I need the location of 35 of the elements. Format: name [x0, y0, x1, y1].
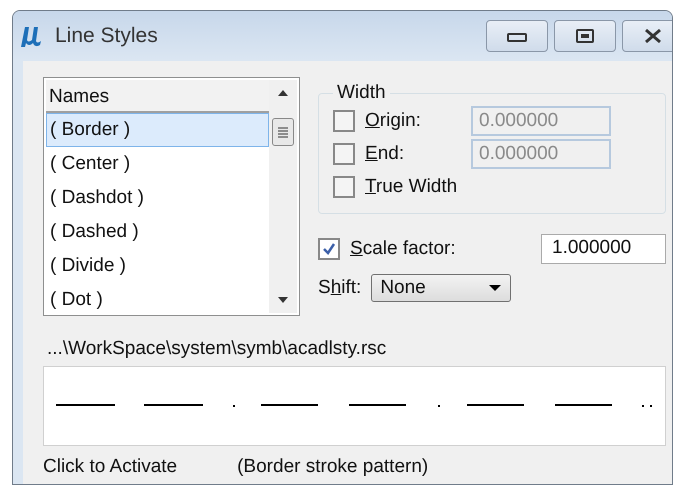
status-hint: Click to Activate	[43, 456, 178, 478]
input-field[interactable]: 1.000000	[541, 234, 666, 264]
list-item[interactable]: ( Divide )	[46, 249, 269, 283]
close-button[interactable]	[622, 20, 672, 52]
field-label: End:	[365, 142, 406, 164]
field-label: True Width	[365, 176, 458, 198]
minimize-icon	[506, 30, 528, 42]
scroll-up-icon[interactable]	[276, 88, 290, 98]
list-item[interactable]: ( Dashed )	[46, 215, 269, 249]
shift-dropdown[interactable]: None	[371, 274, 512, 302]
group-title: Width	[336, 82, 387, 104]
file-path: ...\WorkSpace\system\symb\acadlsty.rsc	[47, 338, 388, 360]
caret-icon	[488, 284, 502, 292]
app-logo-icon	[21, 24, 43, 48]
scrollbar[interactable]	[269, 80, 297, 313]
checkbox[interactable]	[333, 176, 355, 198]
list-item[interactable]: ( Dot )	[46, 283, 269, 317]
checkbox[interactable]	[318, 238, 340, 260]
scroll-thumb[interactable]	[272, 118, 294, 146]
field-label: Shift:	[318, 276, 362, 298]
names-list[interactable]: Names ( Border ) ( Center ) ( Dashdot ) ( Dashed ) ( Divide ) ( Dot )	[43, 77, 300, 316]
scroll-down-icon[interactable]	[276, 295, 290, 305]
field-label: Scale factor:	[350, 238, 456, 260]
list-item[interactable]: ( Center )	[46, 147, 269, 181]
close-icon	[642, 28, 664, 44]
field-label: Origin:	[365, 110, 422, 132]
list-item[interactable]: ( Dashdot )	[46, 181, 269, 215]
status-description: (Border stroke pattern)	[237, 456, 428, 478]
maximize-button[interactable]	[554, 20, 616, 52]
list-item[interactable]: ( Border )	[46, 113, 269, 147]
window-title: Line Styles	[55, 24, 158, 48]
checkmark-icon	[321, 240, 337, 256]
maximize-icon	[574, 28, 596, 44]
minimize-button[interactable]	[486, 20, 548, 52]
column-header[interactable]: Names	[46, 80, 269, 113]
